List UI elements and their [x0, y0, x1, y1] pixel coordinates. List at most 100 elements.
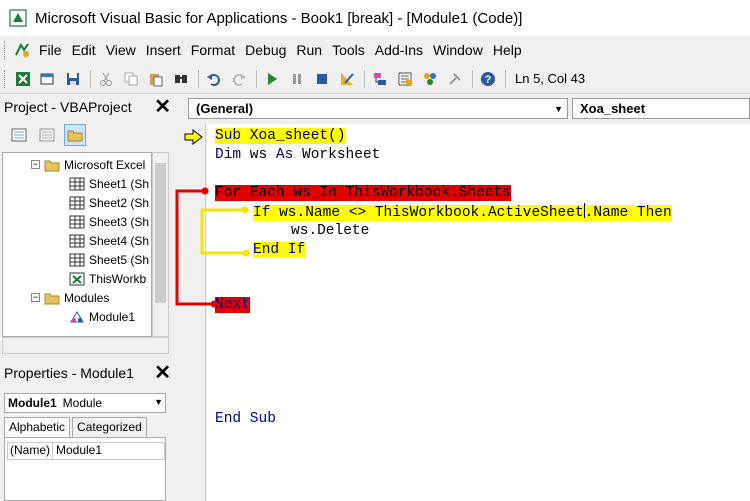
tab-alphabetic[interactable]: Alphabetic [4, 417, 71, 437]
copy-icon[interactable] [121, 69, 141, 89]
project-tree-horizontal-scrollbar[interactable] [2, 337, 169, 354]
collapse-icon[interactable]: − [31, 160, 40, 169]
tree-node-sheet5[interactable]: Sheet5 (Sh [69, 250, 149, 269]
menu-window[interactable]: Window [433, 42, 490, 58]
project-explorer-title: Project - VBAProject [4, 99, 132, 115]
object-combo[interactable]: (General) ▼ [188, 98, 568, 119]
module-icon [70, 310, 84, 322]
worksheet-icon [69, 234, 85, 247]
code-line-8: End Sub [215, 411, 276, 427]
folder-icon [44, 293, 60, 304]
toolbar-grip[interactable] [4, 69, 8, 88]
menu-format[interactable]: Format [191, 42, 242, 58]
next-bracket-dot [210, 300, 218, 308]
tab-categorized[interactable]: Categorized [72, 417, 147, 437]
vba-app-icon [9, 9, 27, 27]
redo-icon[interactable] [229, 69, 249, 89]
project-explorer-toolbar [0, 120, 176, 150]
toolbox-icon[interactable] [445, 69, 465, 89]
break-icon[interactable] [287, 69, 307, 89]
for-bracket-dot [201, 187, 209, 195]
menu-view[interactable]: View [106, 42, 143, 58]
run-icon[interactable] [262, 69, 282, 89]
code-line-1: Sub Xoa_sheet() [215, 128, 346, 144]
object-browser-icon[interactable] [420, 69, 440, 89]
properties-window-icon[interactable] [395, 69, 415, 89]
code-line-4: If ws.Name <> ThisWorkbook.ActiveSheet.N… [253, 203, 672, 221]
worksheet-icon [69, 196, 85, 209]
project-explorer-icon[interactable] [370, 69, 390, 89]
code-editor[interactable]: Sub Xoa_sheet() Dim ws As Worksheet For … [207, 124, 750, 501]
toolbar-separator [364, 69, 365, 88]
block-connector-overlay [175, 187, 250, 308]
object-combo-value: (General) [196, 101, 254, 116]
if-bracket-dot [241, 206, 249, 214]
chevron-down-icon[interactable]: ▼ [554, 104, 563, 114]
project-tree-vertical-scrollbar[interactable] [152, 152, 169, 337]
tree-node-thisworkbook[interactable]: ThisWorkb [69, 269, 146, 288]
toolbar-separator [256, 69, 257, 88]
properties-object-combo[interactable]: Module1 Module ▼ [4, 393, 166, 413]
toggle-folders-button[interactable] [64, 124, 86, 146]
excel-view-icon[interactable] [13, 41, 31, 59]
undo-icon[interactable] [204, 69, 224, 89]
property-value[interactable]: Module1 [53, 443, 102, 459]
menu-run[interactable]: Run [296, 42, 329, 58]
endif-bracket-dot [242, 249, 250, 257]
tree-node-modules[interactable]: − Modules [31, 288, 109, 307]
save-icon[interactable] [63, 69, 83, 89]
toolbar-separator [505, 69, 506, 88]
view-object-button[interactable] [36, 124, 58, 146]
svg-text:?: ? [485, 74, 492, 86]
properties-title: Properties - Module1 [4, 365, 134, 381]
property-key: (Name) [8, 443, 53, 459]
scrollbar-thumb[interactable] [155, 163, 166, 303]
help-icon[interactable]: ? [478, 69, 498, 89]
view-code-button[interactable] [8, 124, 30, 146]
menu-file[interactable]: File [39, 42, 69, 58]
find-icon[interactable] [171, 69, 191, 89]
toolbar-separator [198, 69, 199, 88]
chevron-down-icon[interactable]: ▼ [154, 397, 163, 407]
menu-grip[interactable] [4, 41, 8, 59]
toolbar-separator [90, 69, 91, 88]
paste-icon[interactable] [146, 69, 166, 89]
property-row[interactable]: (Name) Module1 [7, 442, 165, 460]
menu-edit[interactable]: Edit [72, 42, 103, 58]
design-mode-icon[interactable] [337, 69, 357, 89]
menu-help[interactable]: Help [493, 42, 529, 58]
properties-tabs: Alphabetic Categorized [4, 417, 149, 437]
tree-node-excel-objects[interactable]: − Microsoft Excel [31, 155, 145, 174]
cursor-position: Ln 5, Col 43 [515, 71, 586, 86]
menu-insert[interactable]: Insert [146, 42, 188, 58]
view-excel-icon[interactable] [13, 69, 33, 89]
reset-icon[interactable] [312, 69, 332, 89]
procedure-combo[interactable]: Xoa_sheet [572, 98, 750, 119]
for-next-bracket [175, 189, 214, 306]
properties-grid: (Name) Module1 [4, 437, 166, 501]
close-project-explorer-icon[interactable]: ✕ [154, 97, 171, 117]
window-title: Microsoft Visual Basic for Applications … [35, 9, 523, 27]
tree-node-sheet1[interactable]: Sheet1 (Sh [69, 174, 149, 193]
project-explorer-header: Project - VBAProject ✕ [0, 94, 176, 120]
code-window-header: (General) ▼ Xoa_sheet [180, 94, 750, 124]
cut-icon[interactable] [96, 69, 116, 89]
menu-debug[interactable]: Debug [245, 42, 293, 58]
tree-node-sheet2[interactable]: Sheet2 (Sh [69, 193, 149, 212]
menu-tools[interactable]: Tools [332, 42, 372, 58]
close-properties-icon[interactable]: ✕ [154, 363, 171, 383]
collapse-icon[interactable]: − [31, 293, 40, 302]
toolbar-separator [472, 69, 473, 88]
execution-arrow-icon [184, 129, 203, 145]
tree-node-module1[interactable]: Module1 [69, 307, 136, 326]
tree-node-sheet3[interactable]: Sheet3 (Sh [69, 212, 149, 231]
procedure-combo-value: Xoa_sheet [580, 101, 646, 116]
tree-node-sheet4[interactable]: Sheet4 (Sh [69, 231, 149, 250]
worksheet-icon [69, 253, 85, 266]
insert-userform-icon[interactable] [38, 69, 58, 89]
properties-object-name: Module1 [8, 396, 57, 410]
code-line-2: Dim ws As Worksheet [215, 147, 381, 163]
menu-add-ins[interactable]: Add-Ins [375, 42, 430, 58]
folder-icon [44, 160, 60, 171]
workbook-icon [69, 272, 85, 285]
